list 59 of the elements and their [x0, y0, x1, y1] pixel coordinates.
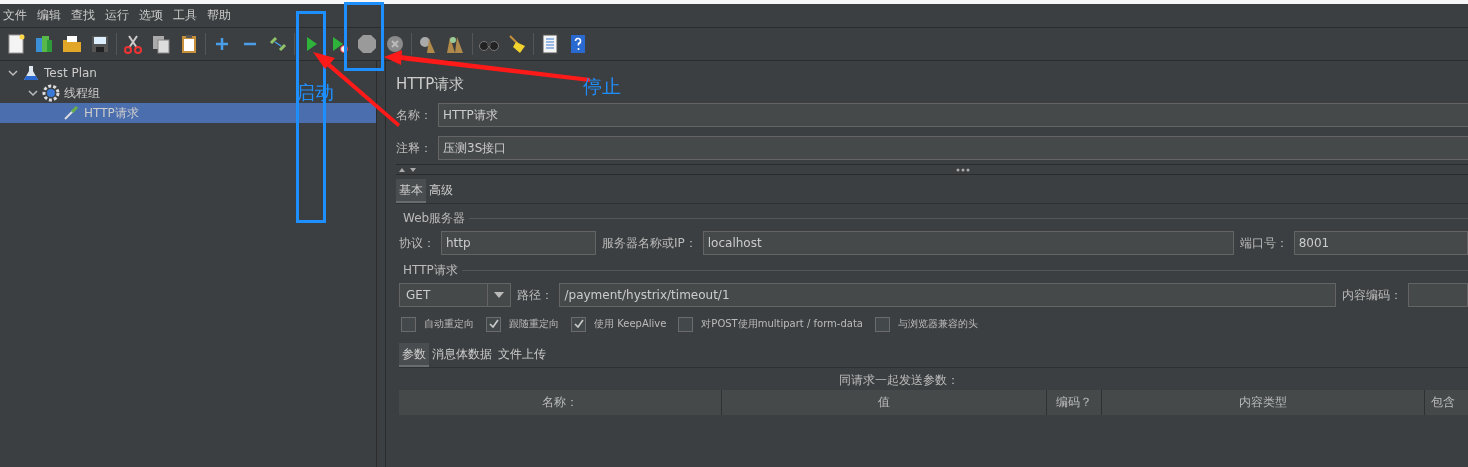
tree-item[interactable]: 线程组 — [64, 84, 100, 102]
comment-field[interactable]: 压测3S接口 — [438, 136, 1468, 160]
text-field[interactable]: 8001 — [1293, 231, 1468, 255]
field-label: 路径： — [517, 286, 554, 304]
table-caption: 同请求一起发送参数： — [838, 372, 960, 389]
checkbox-label: 与浏览器兼容的头 — [897, 317, 978, 331]
menu-item[interactable]: 编辑 — [37, 7, 61, 24]
annotation-label: 停止 — [583, 78, 621, 96]
column-header[interactable]: 内容类型 — [1102, 390, 1425, 415]
field-label: 服务器名称或IP： — [602, 234, 697, 252]
highlight-frame — [344, 2, 384, 71]
encoding-field[interactable] — [1408, 283, 1468, 307]
checkbox[interactable] — [678, 316, 694, 332]
pipette-icon — [62, 104, 80, 122]
group-title: HTTP请求 — [402, 261, 458, 279]
menu-item[interactable]: 帮助 — [207, 7, 231, 24]
checkbox-label: 自动重定向 — [424, 317, 474, 331]
field-label: 注释： — [396, 139, 432, 157]
checkbox-label: 对POST使用multipart / form-data — [701, 317, 863, 331]
field-label: 内容编码： — [1342, 286, 1402, 304]
text-field[interactable]: http — [441, 231, 596, 255]
checkbox[interactable] — [874, 316, 890, 332]
column-header[interactable]: 包含 — [1425, 390, 1468, 415]
menu-item[interactable]: 文件 — [3, 7, 27, 24]
tab[interactable]: 消息体数据 — [429, 343, 495, 367]
panel-title: HTTP请求 — [396, 75, 465, 93]
checkbox-label: 跟随重定向 — [509, 317, 559, 331]
checkbox[interactable] — [486, 316, 501, 332]
menu-item[interactable]: 查找 — [71, 7, 95, 24]
gear-icon — [42, 84, 60, 102]
menu-item[interactable]: 工具 — [173, 7, 197, 24]
checkbox-label: 使用 KeepAlive — [594, 317, 667, 331]
tab[interactable]: 文件上传 — [495, 343, 549, 367]
field-label: 名称： — [396, 106, 432, 124]
column-header[interactable]: 编码？ — [1047, 390, 1102, 415]
field-label: 协议： — [399, 234, 435, 252]
field-label: 端口号： — [1239, 234, 1288, 252]
stop-icon[interactable] — [355, 32, 379, 56]
name-field[interactable]: HTTP请求 — [438, 103, 1468, 127]
checkbox[interactable] — [401, 316, 416, 332]
tree-item[interactable]: Test Plan — [44, 66, 97, 80]
tab[interactable]: 基本 — [396, 179, 426, 203]
chevron-icon[interactable] — [8, 68, 18, 78]
tree-item[interactable]: HTTP请求 — [0, 103, 376, 123]
tab[interactable]: 高级 — [426, 179, 456, 203]
text-field[interactable]: localhost — [702, 231, 1234, 255]
group-title: Web服务器 — [402, 209, 466, 227]
column-header[interactable]: 值 — [722, 390, 1047, 415]
path-field[interactable]: /payment/hystrix/timeout/1 — [559, 283, 1336, 307]
method-dropdown[interactable]: GET — [399, 283, 512, 307]
column-header[interactable]: 名称： — [399, 390, 722, 415]
flask-icon — [22, 64, 40, 82]
splitter-handle[interactable] — [376, 61, 386, 467]
menu-item[interactable]: 选项 — [139, 7, 163, 24]
checkbox[interactable] — [571, 316, 586, 332]
tab[interactable]: 参数 — [399, 343, 429, 367]
menu-item[interactable]: 运行 — [105, 7, 129, 24]
chevron-icon[interactable] — [28, 88, 38, 98]
caret-icon — [494, 292, 505, 298]
